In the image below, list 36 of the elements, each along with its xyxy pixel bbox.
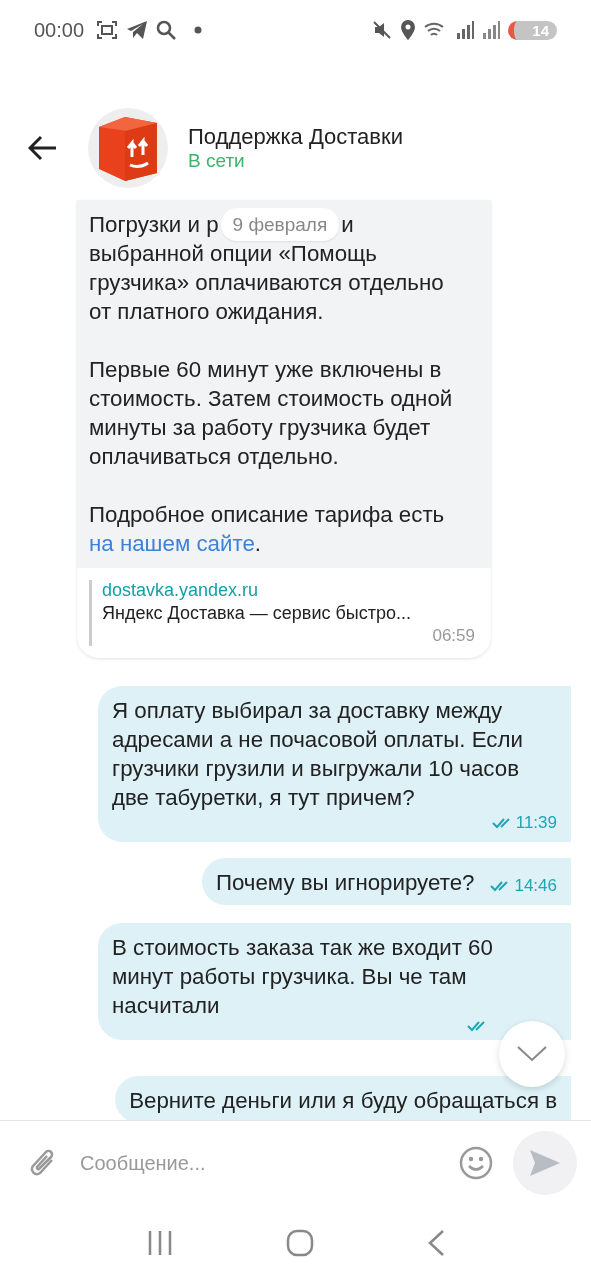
mute-icon xyxy=(372,20,393,40)
online-status: В сети xyxy=(188,150,246,172)
send-icon xyxy=(529,1149,561,1177)
message-time: 11:39 xyxy=(515,812,557,834)
emoji-button[interactable] xyxy=(459,1146,493,1180)
message-time: 06:59 xyxy=(432,626,475,646)
preview-title: Яндекс Доставка — сервис быстро... xyxy=(102,603,412,624)
back-button[interactable] xyxy=(28,135,58,161)
message-text: Верните деньги или я буду обращаться в xyxy=(129,1087,557,1115)
search-icon xyxy=(156,20,177,40)
signal-icon xyxy=(482,21,501,39)
message-text: Погрузки и р xyxy=(89,211,219,239)
message-time: 14:46 xyxy=(514,875,557,897)
message-text: Почему вы игнорируете? xyxy=(215,869,475,897)
message-text: и xyxy=(341,211,354,239)
chat-title: Поддержка Доставки xyxy=(188,124,403,150)
link-preview[interactable]: dostavka.yandex.ru Яндекс Доставка — сервис быстро... 06:59 xyxy=(77,568,491,658)
paper-plane-icon xyxy=(126,20,149,40)
date-label: 9 февраля xyxy=(220,208,340,241)
battery-indicator: 14 xyxy=(508,20,557,40)
message-text: Первые 60 минут уже включены в стоимость. Затем стоимость одной минуты за работу грузчика будет оплачиваться отдельно. xyxy=(89,356,454,471)
message-text: В стоимость заказа так же входит 60 минут работы грузчика. Вы че там насчитали xyxy=(112,934,494,1020)
chevron-down-icon xyxy=(517,1046,547,1062)
screenshot-icon xyxy=(96,20,119,40)
location-icon xyxy=(400,20,417,40)
recent-apps-button[interactable] xyxy=(146,1229,173,1256)
website-link[interactable]: на нашем сайте xyxy=(89,531,255,556)
signal-icon xyxy=(456,21,475,39)
message-text: выбранной опции «Помощь грузчика» оплачиваются отдельно от платного ожидания. xyxy=(89,240,445,326)
message-text: Я оплату выбирал за доставку между адресами а не почасовой оплаты. Если грузчики грузили и выгружали 10 часов две табуретки, я тут причем? xyxy=(112,697,524,812)
home-button[interactable] xyxy=(285,1228,314,1257)
message-text: Подробное описание тарифа есть на нашем сайте. xyxy=(89,501,446,558)
system-back-button[interactable] xyxy=(426,1228,445,1257)
status-time: 00:00 xyxy=(34,18,85,42)
preview-domain: dostavka.yandex.ru xyxy=(102,580,260,601)
dot-icon xyxy=(194,26,203,34)
